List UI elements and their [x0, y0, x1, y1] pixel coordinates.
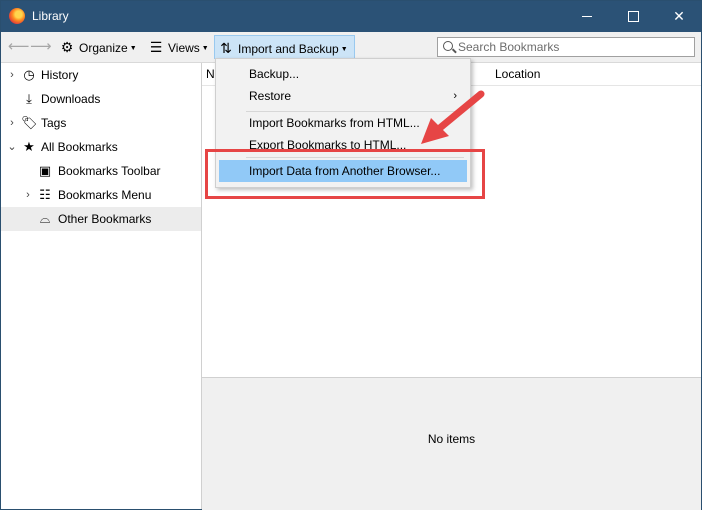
- views-label: Views: [168, 41, 200, 55]
- sidebar-item-all-bookmarks[interactable]: ⌄ ★ All Bookmarks: [1, 135, 201, 159]
- chevron-right-icon[interactable]: ›: [7, 111, 17, 135]
- title-bar[interactable]: Library ✕: [1, 1, 701, 32]
- arrow-right-icon: ⟶: [30, 38, 52, 55]
- sidebar-tree: › ◷ History ⤓ Downloads › 🏷 Tags ⌄ ★ All…: [1, 63, 202, 509]
- window-title: Library: [32, 9, 69, 23]
- back-button[interactable]: ⟵: [8, 37, 30, 57]
- annotation-arrow-icon: [421, 90, 485, 144]
- arrow-left-icon: ⟵: [8, 38, 30, 55]
- close-button[interactable]: ✕: [656, 1, 702, 32]
- organize-label: Organize: [79, 41, 128, 55]
- views-button[interactable]: ☰ Views ▼: [148, 37, 209, 57]
- sidebar-item-history[interactable]: › ◷ History: [1, 63, 201, 87]
- menu-item-label: Restore: [249, 89, 292, 103]
- tag-icon: 🏷: [21, 115, 38, 130]
- forward-button[interactable]: ⟶: [30, 37, 52, 57]
- column-name-header[interactable]: N: [206, 67, 215, 81]
- sidebar-item-bookmarks-toolbar[interactable]: ▣ Bookmarks Toolbar: [1, 159, 201, 183]
- search-input[interactable]: [458, 39, 688, 54]
- sidebar-item-label: Bookmarks Menu: [58, 188, 152, 202]
- gear-icon: ⚙: [60, 39, 74, 55]
- sidebar-item-label: Tags: [41, 116, 67, 130]
- annotation-highlight-box: [205, 149, 485, 199]
- chevron-right-icon[interactable]: ›: [23, 183, 33, 207]
- star-icon: ★: [23, 139, 35, 154]
- clock-icon: ◷: [23, 67, 35, 82]
- firefox-icon: [9, 8, 25, 24]
- chevron-right-icon[interactable]: ›: [7, 63, 17, 87]
- caret-down-icon: ▼: [201, 44, 209, 52]
- folder-tray-icon: ⌓: [39, 211, 51, 226]
- import-backup-label: Import and Backup: [238, 42, 339, 56]
- chevron-down-icon[interactable]: ⌄: [7, 135, 17, 159]
- menu-item-label: Backup...: [249, 67, 300, 81]
- bookmark-menu-icon: ☷: [39, 187, 51, 202]
- organize-button[interactable]: ⚙ Organize ▼: [59, 37, 137, 57]
- import-backup-button[interactable]: ⇅ Import and Backup ▼: [214, 35, 355, 59]
- search-icon: [443, 41, 453, 51]
- library-window: Library ✕ ⟵ ⟶ ⚙ Organize ▼ ☰ Views ▼ ⇅ Import…: [0, 0, 702, 510]
- sidebar-item-label: Bookmarks Toolbar: [58, 164, 161, 178]
- sidebar-item-downloads[interactable]: ⤓ Downloads: [1, 87, 201, 111]
- sidebar-item-tags[interactable]: › 🏷 Tags: [1, 111, 201, 135]
- caret-down-icon: ▼: [129, 44, 137, 52]
- empty-state-text: No items: [427, 432, 476, 446]
- sidebar-item-label: Other Bookmarks: [58, 212, 152, 226]
- sidebar-item-bookmarks-menu[interactable]: › ☷ Bookmarks Menu: [1, 183, 201, 207]
- sidebar-item-label: History: [41, 68, 79, 82]
- list-icon: ☰: [149, 39, 163, 55]
- search-field[interactable]: [437, 37, 695, 57]
- maximize-button[interactable]: [610, 1, 656, 32]
- caret-down-icon: ▼: [340, 45, 348, 53]
- bookmark-toolbar-icon: ▣: [38, 163, 52, 178]
- sidebar-item-label: All Bookmarks: [41, 140, 118, 154]
- maximize-icon: [628, 11, 639, 22]
- minimize-button[interactable]: [564, 1, 610, 32]
- column-location-header[interactable]: Location: [495, 67, 540, 81]
- detail-pane: No items: [202, 377, 701, 510]
- close-icon: ✕: [673, 8, 685, 24]
- sidebar-item-other-bookmarks[interactable]: ⌓ Other Bookmarks: [1, 207, 201, 231]
- menu-item-label: Import Bookmarks from HTML...: [249, 116, 420, 130]
- sidebar-item-label: Downloads: [41, 92, 101, 106]
- download-icon: ⤓: [26, 91, 32, 106]
- minimize-icon: [582, 16, 592, 17]
- menu-item-backup[interactable]: Backup...: [219, 63, 467, 85]
- import-export-arrows-icon: ⇅: [220, 40, 232, 56]
